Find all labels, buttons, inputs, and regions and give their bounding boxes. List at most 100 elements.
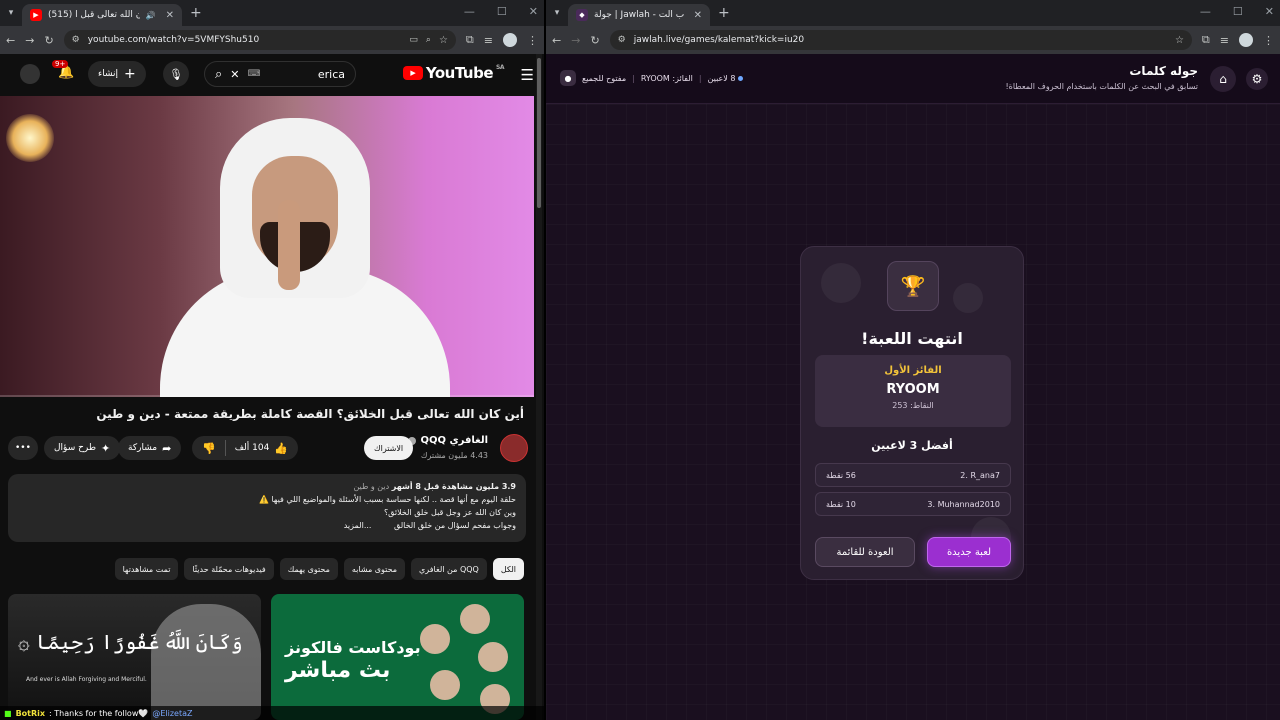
share-button[interactable]: ➦ مشاركة: [118, 436, 182, 460]
decor-bubble-1: [821, 263, 861, 303]
omnibox[interactable]: ⚙ youtube.com/watch?v=5VMFYShu510 ▭ ⌕ ☆: [63, 30, 456, 50]
back-icon[interactable]: ←: [6, 34, 15, 47]
create-button[interactable]: إنشاء +: [88, 61, 146, 87]
page-scrollbar[interactable]: [536, 54, 542, 720]
search-input[interactable]: ⌕ ✕ ⌨ erica: [204, 61, 356, 87]
video-frame-person: [160, 118, 450, 397]
voice-search-icon[interactable]: 🎙: [163, 61, 189, 87]
tab-search-icon[interactable]: ▾: [0, 8, 22, 18]
filter-chips: الكل من الغافري QQQ محتوى مشابه محتوى يهمك ف…: [114, 558, 524, 580]
extensions-icon[interactable]: ⧉: [466, 33, 474, 47]
minimize-icon-right[interactable]: —: [1200, 5, 1211, 18]
omnibox-right[interactable]: ⚙ jawlah.live/games/kalemat?kick=iu20 ☆: [609, 30, 1192, 50]
like-count: 104 ألف: [234, 443, 270, 453]
zoom-icon[interactable]: ⌕: [426, 35, 431, 45]
minimize-icon[interactable]: —: [464, 5, 475, 18]
notifications-bell-icon[interactable]: 🔔 9+: [52, 60, 74, 80]
bookmark-star-icon-right[interactable]: ☆: [1175, 35, 1184, 46]
tab-strip: ▾ ▶ (515) أين كان الله تعالى قبل ا... 🔊 …: [0, 0, 544, 26]
filter-chip[interactable]: محتوى مشابه: [343, 558, 406, 580]
maximize-icon[interactable]: ☐: [497, 5, 507, 18]
keyboard-icon[interactable]: ⌨: [248, 69, 261, 79]
home-icon[interactable]: ⌂: [1210, 66, 1236, 92]
channel-avatar[interactable]: [500, 434, 528, 462]
new-tab-button[interactable]: +: [190, 5, 202, 21]
like-icon[interactable]: 👍: [274, 442, 288, 455]
new-game-button[interactable]: لعبة جديدة: [927, 537, 1011, 567]
back-icon-right[interactable]: ←: [552, 34, 561, 47]
cast-icon[interactable]: ▭: [409, 35, 418, 45]
video-player[interactable]: [0, 96, 534, 397]
bookmark-star-icon[interactable]: ☆: [439, 35, 448, 46]
tab-close-icon-right[interactable]: ✕: [694, 10, 702, 21]
close-window-icon[interactable]: ✕: [529, 5, 538, 18]
tab-jawlah[interactable]: ◆ جولة | Jawlah - منصة الألعاب الت... ✕: [568, 4, 710, 26]
description-line-1: حلقة اليوم مع أنها قصة .. لكنها حساسة بس…: [258, 495, 516, 504]
address-bar-right: ← → ↻ ⚙ jawlah.live/games/kalemat?kick=i…: [546, 26, 1280, 54]
filter-chip[interactable]: فيديوهات محمّلة حديثًا: [184, 558, 274, 580]
related-video-thumbnail-1[interactable]: وَكَانَ اللَّهُ غَفُورًا رَحِيمًا ۞ And …: [8, 594, 261, 720]
search-icon[interactable]: ⌕: [215, 67, 222, 82]
ask-question-button[interactable]: ✦ طرح سؤال: [44, 436, 121, 460]
profile-avatar-right[interactable]: [1239, 33, 1253, 47]
dislike-icon[interactable]: 👎: [202, 442, 216, 455]
trophy-icon: 🏆: [887, 261, 939, 311]
media-icon[interactable]: ≡: [484, 34, 493, 47]
filter-chip[interactable]: تمت مشاهدتها: [114, 558, 179, 580]
browser-menu-icon-right[interactable]: ⋮: [1263, 34, 1274, 47]
description-meta: 3.9 مليون مشاهدة قبل 8 أشهر دين و طين: [18, 480, 516, 493]
more-actions-button[interactable]: •••: [8, 436, 38, 460]
user-avatar[interactable]: [20, 64, 40, 84]
window-controls-right: — ☐ ✕: [1200, 5, 1274, 18]
tab-audio-icon[interactable]: 🔊: [146, 11, 156, 20]
video-description[interactable]: 3.9 مليون مشاهدة قبل 8 أشهر دين و طين حل…: [8, 474, 526, 542]
tab-youtube[interactable]: ▶ (515) أين كان الله تعالى قبل ا... 🔊 ✕: [22, 4, 182, 26]
search-value: erica: [317, 67, 345, 81]
forward-icon[interactable]: →: [25, 34, 34, 47]
winner-points: النقاط: 253: [892, 401, 934, 410]
channel-name[interactable]: الغافري QQQ: [408, 435, 488, 446]
filter-chip[interactable]: من الغافري QQQ: [411, 558, 487, 580]
tab-close-icon[interactable]: ✕: [166, 10, 174, 21]
filter-chip[interactable]: محتوى يهمك: [279, 558, 338, 580]
scrollbar-thumb[interactable]: [537, 58, 541, 208]
hamburger-menu-icon[interactable]: ☰: [521, 66, 534, 84]
reload-icon-right[interactable]: ↻: [590, 34, 599, 47]
address-bar: ← → ↻ ⚙ youtube.com/watch?v=5VMFYShu510 …: [0, 26, 544, 54]
kick-icon: ●: [560, 70, 576, 86]
face-1: [458, 602, 492, 636]
game-over-title: انتهت اللعبة!: [861, 329, 963, 348]
extensions-icon-right[interactable]: ⧉: [1202, 33, 1210, 47]
forward-icon-right[interactable]: →: [571, 34, 580, 47]
rank-row: 10 نقطة 3. Muhannad2010: [815, 492, 1011, 516]
browser-menu-icon[interactable]: ⋮: [527, 34, 538, 47]
show-more-link[interactable]: ...المزيد: [344, 521, 372, 530]
site-info-icon[interactable]: ⚙: [72, 35, 80, 45]
settings-gear-icon[interactable]: ⚙: [1246, 68, 1268, 90]
related-video-thumbnail-2[interactable]: بودكاست فالكونز بث مباشر: [271, 594, 524, 720]
subscribe-button[interactable]: الاشتراك: [364, 436, 414, 460]
winner-name: RYOOM: [886, 382, 940, 397]
top-players-heading: أفضل 3 لاعبين: [871, 439, 953, 452]
view-count: 3.9 مليون مشاهدة: [441, 482, 516, 491]
close-window-icon-right[interactable]: ✕: [1265, 5, 1274, 18]
filter-chip[interactable]: الكل: [492, 558, 524, 580]
tab-search-icon-right[interactable]: ▾: [546, 8, 568, 18]
media-icon-right[interactable]: ≡: [1220, 34, 1229, 47]
rank-player: 2. R_ana7: [960, 470, 1000, 480]
create-label: إنشاء: [98, 69, 119, 79]
new-tab-button-right[interactable]: +: [718, 5, 730, 21]
back-to-list-button[interactable]: العودة للقائمة: [815, 537, 915, 567]
video-progress-bar[interactable]: [0, 395, 534, 397]
reload-icon[interactable]: ↻: [44, 34, 53, 47]
youtube-logo[interactable]: ▶ YouTube SA: [402, 64, 504, 82]
share-label: مشاركة: [128, 443, 158, 453]
site-info-icon-right[interactable]: ⚙: [618, 35, 626, 45]
clear-search-icon[interactable]: ✕: [230, 68, 239, 81]
description-line-2: وين كان الله عز وجل قبل خلق الخلائق؟: [383, 508, 516, 517]
like-dislike-button[interactable]: 👍 104 ألف 👎: [192, 436, 299, 460]
profile-avatar[interactable]: [503, 33, 517, 47]
stream-chat-overlay: ■ BotRix : Thanks for the follow🤍 @Elize…: [0, 706, 544, 720]
upload-age: قبل 8 أشهر: [391, 482, 440, 491]
maximize-icon-right[interactable]: ☐: [1233, 5, 1243, 18]
